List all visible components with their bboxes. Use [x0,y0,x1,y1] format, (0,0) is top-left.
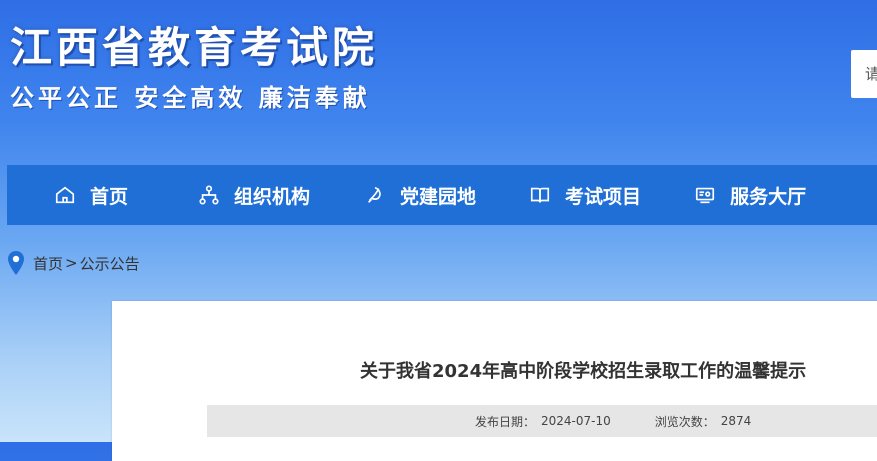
nav-item-party[interactable]: 党建园地 [364,165,476,225]
nav-label: 考试项目 [565,185,642,208]
article-title: 关于我省2024年高中阶段学校招生录取工作的温馨提示 [360,361,807,382]
breadcrumb-separator: > [65,254,78,272]
home-icon [54,184,76,206]
nav-label: 党建园地 [400,185,477,208]
article-panel: 关于我省2024年高中阶段学校招生录取工作的温馨提示 发布日期： 2024-07… [112,301,877,461]
search-box[interactable] [851,50,877,98]
article-meta-bar: 发布日期： 2024-07-10 浏览次数： 2874 [207,405,877,437]
view-count-label: 浏览次数： [654,414,715,429]
breadcrumb-current-link[interactable]: 公示公告 [80,253,140,274]
main-nav: 首页 组织机构 党建园地 考试项目 服务大厅 [7,165,877,225]
book-icon [529,184,551,206]
site-slogan: 公平公正 安全高效 廉洁奉献 [10,84,371,112]
breadcrumb-home-link[interactable]: 首页 [33,253,63,274]
view-count: 2874 [720,414,752,428]
nav-label: 首页 [90,185,129,208]
party-emblem-icon [364,184,386,206]
search-input[interactable] [851,50,877,98]
nav-item-organization[interactable]: 组织机构 [198,165,310,225]
breadcrumb: 首页 > 公示公告 [7,250,140,276]
nav-item-home[interactable]: 首页 [54,165,128,225]
site-title: 江西省教育考试院 [10,23,379,72]
nav-label: 组织机构 [234,185,311,208]
nav-label: 服务大厅 [730,185,807,208]
nav-item-exams[interactable]: 考试项目 [529,165,641,225]
nav-item-service[interactable]: 服务大厅 [694,165,806,225]
publish-date-label: 发布日期： [475,414,536,429]
service-icon [694,184,716,206]
publish-date: 2024-07-10 [541,414,611,428]
org-chart-icon [198,184,220,206]
location-pin-icon [8,251,24,275]
